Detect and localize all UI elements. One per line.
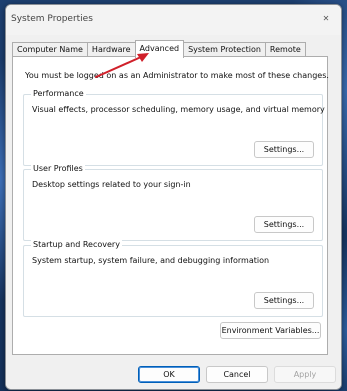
tab-strip: Computer Name Hardware Advanced System P… (12, 40, 306, 58)
title-bar[interactable]: System Properties ✕ (6, 5, 341, 35)
admin-note: You must be logged on as an Administrato… (25, 71, 329, 80)
ok-button[interactable]: OK (138, 366, 200, 383)
system-properties-dialog: System Properties ✕ Computer Name Hardwa… (5, 4, 342, 390)
tab-system-protection[interactable]: System Protection (183, 42, 266, 57)
advanced-tab-panel: You must be logged on as an Administrato… (12, 56, 329, 355)
startup-recovery-group-title: Startup and Recovery (31, 240, 122, 249)
performance-group-title: Performance (31, 89, 86, 98)
startup-recovery-description: System startup, system failure, and debu… (32, 256, 270, 265)
startup-recovery-settings-button[interactable]: Settings... (254, 292, 314, 309)
user-profiles-settings-button[interactable]: Settings... (254, 216, 314, 233)
performance-group: Performance Visual effects, processor sc… (23, 89, 325, 166)
tab-advanced[interactable]: Advanced (134, 40, 185, 58)
user-profiles-description: Desktop settings related to your sign-in (32, 180, 191, 189)
tab-computer-name[interactable]: Computer Name (12, 42, 88, 57)
user-profiles-group-title: User Profiles (31, 164, 85, 173)
close-icon: ✕ (322, 13, 330, 23)
startup-recovery-group: Startup and Recovery System startup, sys… (23, 240, 323, 317)
environment-variables-button[interactable]: Environment Variables... (220, 322, 321, 339)
close-button[interactable]: ✕ (315, 9, 337, 27)
dialog-client-area: Computer Name Hardware Advanced System P… (6, 35, 341, 389)
tab-remote[interactable]: Remote (264, 42, 306, 57)
apply-button[interactable]: Apply (274, 366, 336, 383)
performance-settings-button[interactable]: Settings... (254, 141, 314, 158)
window-title: System Properties (11, 14, 93, 24)
cancel-button[interactable]: Cancel (206, 366, 268, 383)
performance-description: Visual effects, processor scheduling, me… (32, 105, 325, 114)
tab-hardware[interactable]: Hardware (86, 42, 136, 57)
user-profiles-group: User Profiles Desktop settings related t… (23, 164, 323, 241)
